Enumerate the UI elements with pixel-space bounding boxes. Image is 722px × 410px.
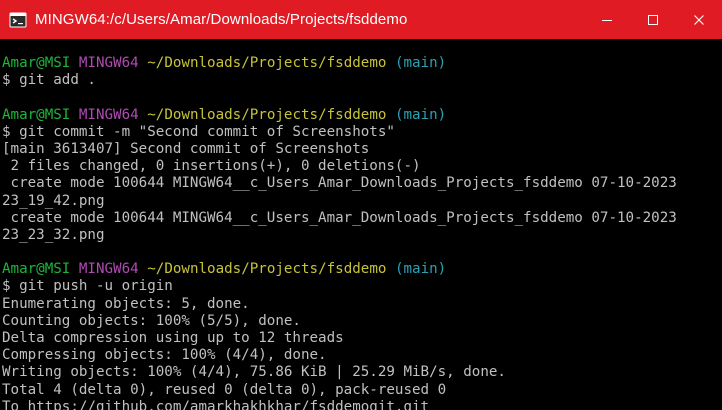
prompt-line: Amar@MSI MINGW64 ~/Downloads/Projects/fs… xyxy=(2,107,720,124)
prompt-line: Amar@MSI MINGW64 ~/Downloads/Projects/fs… xyxy=(2,55,720,72)
prompt-branch: (main) xyxy=(394,261,447,278)
line-text: Writing objects: 100% (4/4), 75.86 KiB |… xyxy=(2,364,506,381)
window-controls xyxy=(584,0,722,39)
close-icon[interactable] xyxy=(676,0,722,39)
terminal-output[interactable]: Amar@MSI MINGW64 ~/Downloads/Projects/fs… xyxy=(2,55,720,410)
line-text: Delta compression using up to 12 threads xyxy=(2,330,344,346)
prompt-branch: (main) xyxy=(394,55,447,71)
line-text: create mode 100644 MINGW64__c_Users_Amar… xyxy=(2,209,677,226)
line-text: [main 3613407] Second commit of Screensh… xyxy=(2,140,370,157)
title-bar[interactable]: MINGW64:/c/Users/Amar/Downloads/Projects… xyxy=(0,0,722,39)
output-line: Total 4 (delta 0), reused 0 (delta 0), p… xyxy=(2,382,720,399)
output-line: $ git push -u origin xyxy=(2,278,720,295)
minimize-icon[interactable] xyxy=(584,0,630,39)
output-line: [main 3613407] Second commit of Screensh… xyxy=(2,141,720,158)
output-line: 23_23_32.png xyxy=(2,227,720,244)
output-line: $ git add . xyxy=(2,72,720,89)
prompt-user-host: Amar@MSI xyxy=(2,55,71,71)
prompt-path: ~/Downloads/Projects/fsddemo xyxy=(147,55,387,71)
line-text: Counting objects: 100% (5/5), done. xyxy=(2,312,301,329)
output-line: create mode 100644 MINGW64__c_Users_Amar… xyxy=(2,210,720,227)
line-text: Compressing objects: 100% (4/4), done. xyxy=(2,347,327,364)
line-text: $ git push -u origin xyxy=(2,278,173,295)
output-line: Counting objects: 100% (5/5), done. xyxy=(2,313,720,330)
output-line: create mode 100644 MINGW64__c_Users_Amar… xyxy=(2,175,720,192)
git-bash-icon xyxy=(9,11,27,29)
line-text: To https://github.com/amarkhakhkhar/fsdd… xyxy=(2,398,430,410)
maximize-icon[interactable] xyxy=(630,0,676,39)
prompt-msystem: MINGW64 xyxy=(78,106,139,123)
output-line: 2 files changed, 0 insertions(+), 0 dele… xyxy=(2,158,720,175)
terminal-window: MINGW64:/c/Users/Amar/Downloads/Projects… xyxy=(0,0,722,410)
output-line: 23_19_42.png xyxy=(2,193,720,210)
prompt-user-host: Amar@MSI xyxy=(2,106,71,123)
prompt-msystem: MINGW64 xyxy=(78,261,139,278)
prompt-line: Amar@MSI MINGW64 ~/Downloads/Projects/fs… xyxy=(2,261,720,278)
output-line: Writing objects: 100% (4/4), 75.86 KiB |… xyxy=(2,364,720,381)
line-text: 23_23_32.png xyxy=(2,226,105,243)
line-text: $ git commit -m "Second commit of Screen… xyxy=(2,123,395,140)
line-text: create mode 100644 MINGW64__c_Users_Amar… xyxy=(2,175,677,192)
prompt-user-host: Amar@MSI xyxy=(2,261,71,278)
prompt-msystem: MINGW64 xyxy=(78,55,139,71)
output-line: Enumerating objects: 5, done. xyxy=(2,296,720,313)
output-line: $ git commit -m "Second commit of Screen… xyxy=(2,124,720,141)
prompt-path: ~/Downloads/Projects/fsddemo xyxy=(147,106,387,123)
output-line: To https://github.com/amarkhakhkhar/fsdd… xyxy=(2,399,720,410)
line-text: 23_19_42.png xyxy=(2,192,105,209)
line-text: 2 files changed, 0 insertions(+), 0 dele… xyxy=(2,158,421,175)
output-line: Compressing objects: 100% (4/4), done. xyxy=(2,347,720,364)
window-title: MINGW64:/c/Users/Amar/Downloads/Projects… xyxy=(35,11,408,28)
line-text: Total 4 (delta 0), reused 0 (delta 0), p… xyxy=(2,381,447,398)
prompt-branch: (main) xyxy=(394,106,447,123)
line-text: Enumerating objects: 5, done. xyxy=(2,295,250,312)
prompt-path: ~/Downloads/Projects/fsddemo xyxy=(147,261,387,278)
output-line: Delta compression using up to 12 threads xyxy=(2,330,720,347)
line-text: $ git add . xyxy=(2,72,96,89)
